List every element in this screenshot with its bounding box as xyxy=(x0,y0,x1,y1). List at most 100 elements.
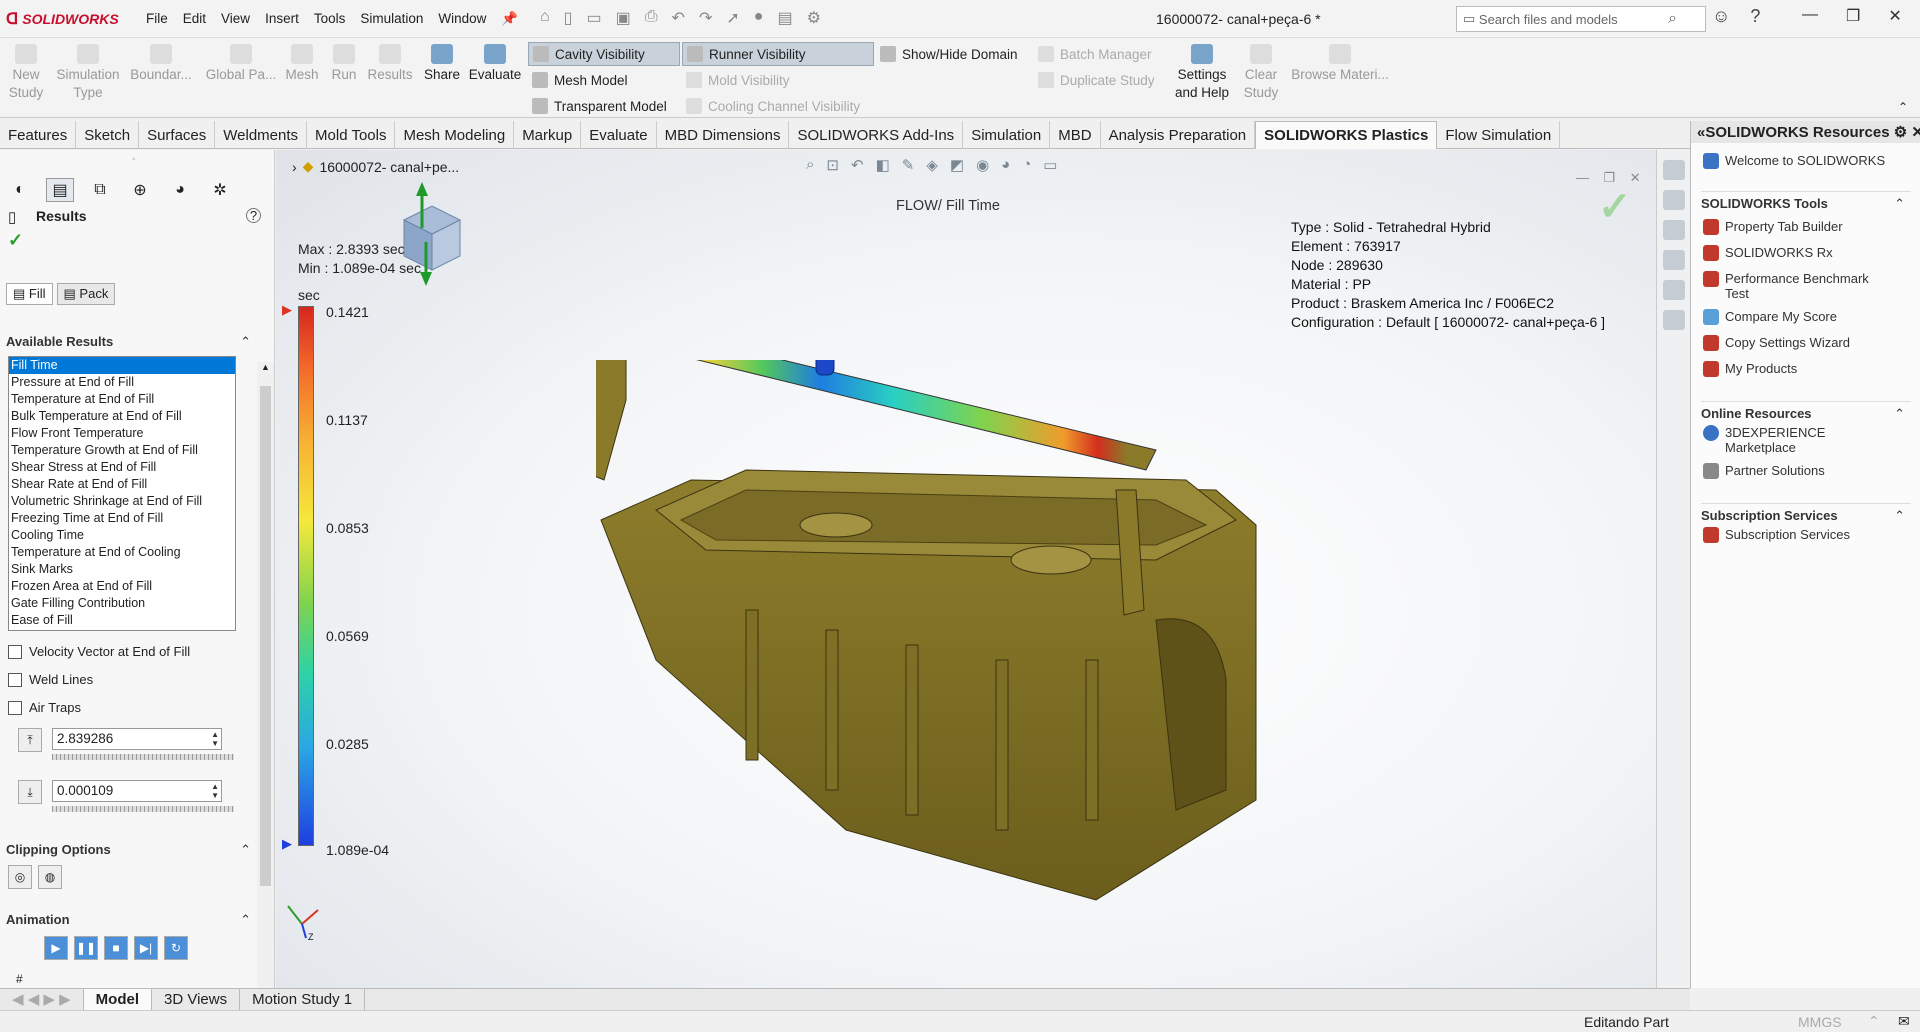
max-value-field[interactable]: 2.839286 ▲ ▼ xyxy=(52,728,222,750)
view-palette-icon[interactable] xyxy=(1662,250,1685,270)
collapse-icon[interactable]: ⌃ xyxy=(1894,196,1905,212)
menu-window[interactable]: Window xyxy=(438,11,486,27)
performance-benchmark-link[interactable]: Performance Benchmark Test xyxy=(1703,271,1883,301)
loop-icon[interactable]: ↻ xyxy=(164,936,188,960)
user-icon[interactable]: ☺ xyxy=(1712,6,1730,27)
part-model-render[interactable] xyxy=(596,360,1316,920)
min-value-field[interactable]: 0.000109 ▲ ▼ xyxy=(52,780,222,802)
copy-settings-wizard-link[interactable]: Copy Settings Wizard xyxy=(1703,335,1850,351)
section-view-icon[interactable]: ◧ xyxy=(876,156,890,174)
result-item[interactable]: Flow Front Temperature xyxy=(9,425,235,442)
tab-sketch[interactable]: Sketch xyxy=(76,121,140,149)
plastics-manager-icon[interactable]: ✲ xyxy=(206,178,234,202)
evaluate-button[interactable]: Evaluate xyxy=(468,44,522,84)
rebuild-status-icon[interactable]: ✉ xyxy=(1898,1013,1910,1030)
batch-manager-button[interactable]: Batch Manager xyxy=(1034,42,1164,66)
design-library-icon[interactable] xyxy=(1662,190,1685,210)
redo-icon[interactable]: ↷ xyxy=(699,8,712,28)
ok-check-icon[interactable]: ✓ xyxy=(8,230,23,251)
tab-evaluate[interactable]: Evaluate xyxy=(581,121,657,149)
pin-icon[interactable]: 📌 xyxy=(501,11,518,27)
file-properties-icon[interactable]: ▤ xyxy=(777,8,792,28)
tab-mbd-dimensions[interactable]: MBD Dimensions xyxy=(657,121,790,149)
feature-manager-icon[interactable]: ◐ xyxy=(6,178,34,202)
tab-features[interactable]: Features xyxy=(0,121,77,149)
appearances-icon[interactable] xyxy=(1662,280,1685,300)
simulation-type-button[interactable]: Simulation Type xyxy=(56,44,120,102)
tab-model[interactable]: Model xyxy=(83,988,152,1011)
menu-simulation[interactable]: Simulation xyxy=(360,11,423,27)
show-hide-domain-button[interactable]: Show/Hide Domain xyxy=(876,42,1026,66)
feature-tree-flyout[interactable]: › ◆ 16000072- canal+pe... xyxy=(292,158,459,175)
cooling-channel-visibility-button[interactable]: Cooling Channel Visibility xyxy=(682,94,874,118)
result-item[interactable]: Temperature at End of Fill xyxy=(9,391,235,408)
my-products-link[interactable]: My Products xyxy=(1703,361,1797,377)
undo-icon[interactable]: ↶ xyxy=(672,8,685,28)
subscription-services-link[interactable]: Subscription Services xyxy=(1703,527,1850,543)
available-results-header[interactable]: Available Results ⌃ xyxy=(6,334,251,349)
tab-solidworks-plastics[interactable]: SOLIDWORKS Plastics xyxy=(1255,121,1438,149)
configuration-manager-icon[interactable]: ⧉ xyxy=(86,178,114,202)
result-item[interactable]: Fill Time xyxy=(9,357,235,374)
duplicate-study-button[interactable]: Duplicate Study xyxy=(1034,68,1164,92)
clear-study-button[interactable]: Clear Study xyxy=(1238,44,1284,102)
units-indicator[interactable]: MMGS xyxy=(1798,1014,1842,1030)
menu-view[interactable]: View xyxy=(221,11,250,27)
clipping-options-header[interactable]: Clipping Options ⌃ xyxy=(6,842,251,857)
help-icon[interactable]: ? xyxy=(1750,6,1760,27)
menu-insert[interactable]: Insert xyxy=(265,11,299,27)
run-button[interactable]: Run xyxy=(328,44,360,84)
tab-markup[interactable]: Markup xyxy=(514,121,582,149)
pack-tab[interactable]: ▤ Pack xyxy=(56,283,116,305)
dynamic-annotation-icon[interactable]: ✎ xyxy=(902,156,915,174)
min-value-slider[interactable] xyxy=(52,806,234,812)
result-item[interactable]: Temperature at End of Cooling xyxy=(9,544,235,561)
previous-view-icon[interactable]: ↶ xyxy=(851,156,864,174)
boundary-button[interactable]: Boundar... xyxy=(126,44,196,84)
step-forward-icon[interactable]: ▶| xyxy=(134,936,158,960)
mesh-model-button[interactable]: Mesh Model xyxy=(528,68,680,92)
result-item[interactable]: Volumetric Shrinkage at End of Fill xyxy=(9,493,235,510)
result-item[interactable]: Ease of Fill xyxy=(9,612,235,629)
tab-3d-views[interactable]: 3D Views xyxy=(152,988,241,1011)
display-manager-icon[interactable]: ◕ xyxy=(166,178,194,202)
property-tab-builder-link[interactable]: Property Tab Builder xyxy=(1703,219,1843,235)
runner-visibility-button[interactable]: Runner Visibility xyxy=(682,42,874,66)
result-item[interactable]: Shear Stress at End of Fill xyxy=(9,459,235,476)
collapse-icon[interactable]: ⌃ xyxy=(1894,508,1905,524)
tab-motion-study[interactable]: Motion Study 1 xyxy=(240,988,366,1011)
results-list[interactable]: Fill Time Pressure at End of Fill Temperat… xyxy=(8,356,236,631)
tab-surfaces[interactable]: Surfaces xyxy=(139,121,216,149)
collapse-icon[interactable]: ⌃ xyxy=(240,912,251,928)
panel-scrollbar[interactable]: ▲ xyxy=(257,362,274,988)
legend-min-marker-icon[interactable]: ▶ xyxy=(282,836,292,852)
animation-header[interactable]: Animation ⌃ xyxy=(6,912,251,927)
scroll-up-icon[interactable]: ▲ xyxy=(257,362,274,372)
open-icon[interactable]: ▭ xyxy=(586,8,601,28)
tab-weldments[interactable]: Weldments xyxy=(215,121,308,149)
solidworks-tools-header[interactable]: SOLIDWORKS Tools ⌃ xyxy=(1701,191,1911,211)
search-box[interactable]: ▭ Search files and models ⌕ xyxy=(1456,6,1706,32)
rebuild-icon[interactable]: ● xyxy=(754,8,764,28)
menu-file[interactable]: File xyxy=(146,11,168,27)
max-value-slider[interactable] xyxy=(52,754,234,760)
share-button[interactable]: Share xyxy=(420,44,464,84)
options-gear-icon[interactable]: ⚙ xyxy=(807,8,821,28)
scroll-thumb[interactable] xyxy=(260,386,271,886)
collapse-icon[interactable]: ⌃ xyxy=(240,842,251,858)
view-orientation-icon[interactable]: ◈ xyxy=(926,156,938,174)
dimxpert-icon[interactable]: ⊕ xyxy=(126,178,154,202)
zoom-to-area-icon[interactable]: ⊡ xyxy=(826,156,839,174)
settings-help-button[interactable]: Settings and Help xyxy=(1170,44,1234,102)
tab-simulation[interactable]: Simulation xyxy=(963,121,1051,149)
print-icon[interactable]: ⎙ xyxy=(645,8,658,28)
tab-mold-tools[interactable]: Mold Tools xyxy=(307,121,396,149)
results-button[interactable]: Results xyxy=(366,44,414,84)
solidworks-logo[interactable]: ꓷ SOLIDWORKS xyxy=(6,9,119,29)
tab-flow-simulation[interactable]: Flow Simulation xyxy=(1437,121,1561,149)
result-item[interactable]: Temperature Growth at End of Fill xyxy=(9,442,235,459)
new-document-icon[interactable]: ▯ xyxy=(564,8,573,28)
velocity-vector-checkbox[interactable]: Velocity Vector at End of Fill xyxy=(8,644,190,659)
browse-materials-button[interactable]: Browse Materi... xyxy=(1288,44,1392,84)
custom-properties-icon[interactable] xyxy=(1662,310,1685,330)
